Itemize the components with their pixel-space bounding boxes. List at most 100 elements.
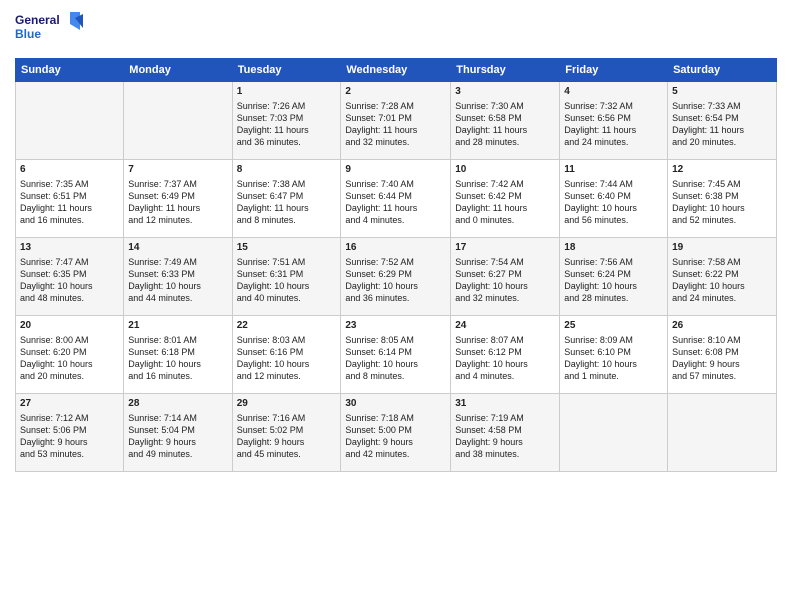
day-content-line: Daylight: 10 hours (672, 202, 772, 214)
calendar-cell: 9Sunrise: 7:40 AMSunset: 6:44 PMDaylight… (341, 160, 451, 238)
calendar-cell: 16Sunrise: 7:52 AMSunset: 6:29 PMDayligh… (341, 238, 451, 316)
day-content-line: and 57 minutes. (672, 370, 772, 382)
day-content-line: Daylight: 10 hours (564, 202, 663, 214)
day-number: 19 (672, 241, 772, 255)
header: General Blue (15, 10, 777, 50)
day-content-line: and 32 minutes. (455, 292, 555, 304)
day-content-line: and 16 minutes. (20, 214, 119, 226)
weekday-header-friday: Friday (560, 59, 668, 82)
day-number: 14 (128, 241, 227, 255)
day-content-line: Sunset: 6:49 PM (128, 190, 227, 202)
day-content-line: Sunset: 6:58 PM (455, 112, 555, 124)
day-content-line: Sunset: 6:40 PM (564, 190, 663, 202)
day-content-line: Sunset: 6:47 PM (237, 190, 337, 202)
day-content-line: Daylight: 10 hours (564, 358, 663, 370)
day-content-line: Sunset: 6:24 PM (564, 268, 663, 280)
day-content-line: Sunrise: 7:30 AM (455, 100, 555, 112)
calendar-cell: 28Sunrise: 7:14 AMSunset: 5:04 PMDayligh… (124, 394, 232, 472)
week-row-3: 13Sunrise: 7:47 AMSunset: 6:35 PMDayligh… (16, 238, 777, 316)
day-content-line: Sunrise: 7:33 AM (672, 100, 772, 112)
weekday-header-sunday: Sunday (16, 59, 124, 82)
calendar-cell: 11Sunrise: 7:44 AMSunset: 6:40 PMDayligh… (560, 160, 668, 238)
day-content-line: Daylight: 11 hours (345, 202, 446, 214)
day-content-line: Sunrise: 8:07 AM (455, 334, 555, 346)
weekday-header-row: SundayMondayTuesdayWednesdayThursdayFrid… (16, 59, 777, 82)
day-content-line: Sunset: 5:02 PM (237, 424, 337, 436)
day-content-line: and 36 minutes. (345, 292, 446, 304)
calendar-cell (560, 394, 668, 472)
day-content-line: Daylight: 10 hours (345, 358, 446, 370)
day-number: 26 (672, 319, 772, 333)
day-content-line: Daylight: 11 hours (455, 124, 555, 136)
day-content-line: Sunset: 6:38 PM (672, 190, 772, 202)
day-content-line: Sunset: 6:16 PM (237, 346, 337, 358)
calendar-cell: 14Sunrise: 7:49 AMSunset: 6:33 PMDayligh… (124, 238, 232, 316)
day-number: 23 (345, 319, 446, 333)
day-content-line: Daylight: 11 hours (455, 202, 555, 214)
day-content-line: Sunrise: 7:14 AM (128, 412, 227, 424)
day-content-line: Sunset: 6:31 PM (237, 268, 337, 280)
day-number: 12 (672, 163, 772, 177)
day-content-line: Daylight: 10 hours (20, 280, 119, 292)
day-content-line: and 44 minutes. (128, 292, 227, 304)
day-content-line: and 32 minutes. (345, 136, 446, 148)
day-content-line: Sunset: 5:04 PM (128, 424, 227, 436)
calendar-cell: 23Sunrise: 8:05 AMSunset: 6:14 PMDayligh… (341, 316, 451, 394)
calendar-cell: 25Sunrise: 8:09 AMSunset: 6:10 PMDayligh… (560, 316, 668, 394)
day-content-line: Sunset: 6:56 PM (564, 112, 663, 124)
day-content-line: Sunset: 6:10 PM (564, 346, 663, 358)
day-content-line: and 24 minutes. (564, 136, 663, 148)
day-content-line: and 28 minutes. (564, 292, 663, 304)
day-content-line: Sunrise: 7:19 AM (455, 412, 555, 424)
calendar-cell: 30Sunrise: 7:18 AMSunset: 5:00 PMDayligh… (341, 394, 451, 472)
day-number: 31 (455, 397, 555, 411)
calendar-cell: 2Sunrise: 7:28 AMSunset: 7:01 PMDaylight… (341, 82, 451, 160)
day-content-line: Sunset: 6:27 PM (455, 268, 555, 280)
day-content-line: Daylight: 10 hours (455, 358, 555, 370)
day-content-line: Sunrise: 7:37 AM (128, 178, 227, 190)
day-content-line: Sunset: 6:42 PM (455, 190, 555, 202)
calendar-table: SundayMondayTuesdayWednesdayThursdayFrid… (15, 58, 777, 472)
day-number: 22 (237, 319, 337, 333)
logo-svg: General Blue (15, 10, 85, 50)
week-row-5: 27Sunrise: 7:12 AMSunset: 5:06 PMDayligh… (16, 394, 777, 472)
day-content-line: Sunrise: 7:54 AM (455, 256, 555, 268)
calendar-cell (124, 82, 232, 160)
day-number: 7 (128, 163, 227, 177)
day-content-line: Sunset: 6:44 PM (345, 190, 446, 202)
day-content-line: Sunset: 6:54 PM (672, 112, 772, 124)
day-content-line: Sunrise: 7:16 AM (237, 412, 337, 424)
calendar-cell: 17Sunrise: 7:54 AMSunset: 6:27 PMDayligh… (451, 238, 560, 316)
day-content-line: Sunrise: 7:58 AM (672, 256, 772, 268)
svg-text:General: General (15, 13, 60, 27)
calendar-cell: 7Sunrise: 7:37 AMSunset: 6:49 PMDaylight… (124, 160, 232, 238)
day-content-line: and 4 minutes. (345, 214, 446, 226)
day-content-line: Daylight: 9 hours (237, 436, 337, 448)
day-content-line: Daylight: 11 hours (128, 202, 227, 214)
day-content-line: Daylight: 10 hours (128, 358, 227, 370)
calendar-cell: 10Sunrise: 7:42 AMSunset: 6:42 PMDayligh… (451, 160, 560, 238)
day-content-line: and 0 minutes. (455, 214, 555, 226)
day-content-line: Sunrise: 7:35 AM (20, 178, 119, 190)
day-number: 3 (455, 85, 555, 99)
day-content-line: Sunrise: 7:40 AM (345, 178, 446, 190)
day-content-line: Sunrise: 8:10 AM (672, 334, 772, 346)
day-content-line: and 20 minutes. (672, 136, 772, 148)
day-content-line: Daylight: 11 hours (564, 124, 663, 136)
day-number: 17 (455, 241, 555, 255)
day-content-line: Sunset: 5:06 PM (20, 424, 119, 436)
day-number: 24 (455, 319, 555, 333)
logo: General Blue (15, 10, 85, 50)
day-content-line: and 42 minutes. (345, 448, 446, 460)
day-number: 9 (345, 163, 446, 177)
calendar-cell: 20Sunrise: 8:00 AMSunset: 6:20 PMDayligh… (16, 316, 124, 394)
day-number: 1 (237, 85, 337, 99)
day-content-line: Sunrise: 7:28 AM (345, 100, 446, 112)
day-number: 27 (20, 397, 119, 411)
day-number: 13 (20, 241, 119, 255)
svg-text:Blue: Blue (15, 27, 41, 41)
day-content-line: and 40 minutes. (237, 292, 337, 304)
calendar-cell: 3Sunrise: 7:30 AMSunset: 6:58 PMDaylight… (451, 82, 560, 160)
week-row-2: 6Sunrise: 7:35 AMSunset: 6:51 PMDaylight… (16, 160, 777, 238)
day-content-line: and 12 minutes. (237, 370, 337, 382)
